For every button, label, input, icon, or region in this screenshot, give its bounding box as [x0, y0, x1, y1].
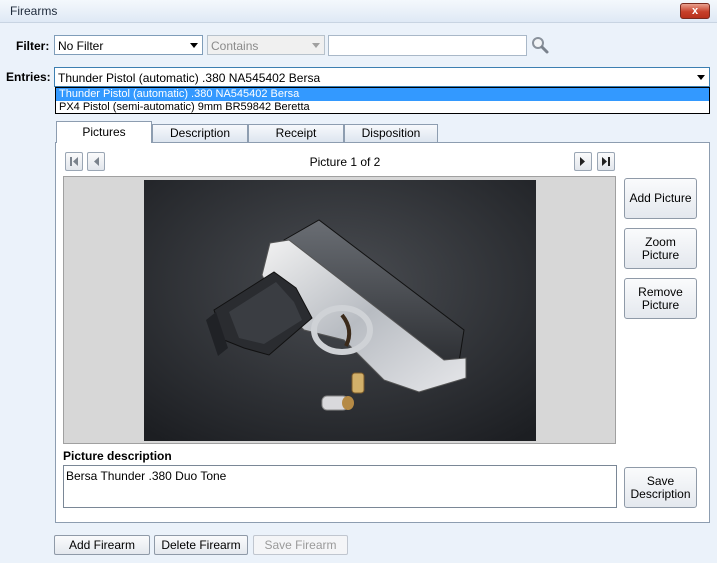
- tab-receipt[interactable]: Receipt: [248, 124, 344, 142]
- next-picture-button[interactable]: [574, 152, 592, 171]
- filter-operator-select: Contains: [207, 35, 325, 55]
- filter-label: Filter:: [16, 39, 50, 53]
- window-title: Firearms: [10, 4, 58, 18]
- zoom-picture-label-1: Zoom: [645, 234, 676, 249]
- title-bar: Firearms x: [0, 0, 717, 23]
- remove-picture-button[interactable]: Remove Picture: [624, 278, 697, 319]
- chevron-down-icon: [693, 68, 709, 86]
- close-button[interactable]: x: [680, 3, 710, 19]
- chevron-down-icon: [186, 36, 202, 54]
- tab-description[interactable]: Description: [152, 124, 248, 142]
- picture-counter: Picture 1 of 2: [309, 155, 381, 169]
- remove-picture-label-2: Picture: [641, 297, 680, 312]
- first-picture-button[interactable]: [65, 152, 83, 171]
- save-description-label-2: Description: [630, 486, 691, 501]
- zoom-picture-label-2: Picture: [641, 247, 680, 262]
- next-page-icon: [580, 157, 585, 166]
- search-button[interactable]: [530, 35, 550, 55]
- filter-field-select[interactable]: No Filter: [54, 35, 203, 55]
- last-page-icon: [602, 157, 610, 166]
- save-firearm-button: Save Firearm: [253, 535, 348, 555]
- delete-firearm-button[interactable]: Delete Firearm: [154, 535, 248, 555]
- entries-select[interactable]: Thunder Pistol (automatic) .380 NA545402…: [54, 67, 710, 87]
- firearm-photo: [144, 180, 536, 441]
- list-item[interactable]: PX4 Pistol (semi-automatic) 9mm BR59842 …: [56, 101, 709, 114]
- add-picture-label: Add Picture: [629, 191, 692, 205]
- entries-dropdown-list: Thunder Pistol (automatic) .380 NA545402…: [55, 87, 710, 114]
- zoom-picture-button[interactable]: Zoom Picture: [624, 228, 697, 269]
- chevron-down-icon: [308, 36, 324, 54]
- last-picture-button[interactable]: [597, 152, 615, 171]
- save-description-label-1: Save: [646, 473, 675, 488]
- remove-picture-label-1: Remove: [638, 284, 683, 299]
- filter-field-value: No Filter: [58, 39, 104, 53]
- entries-label: Entries:: [6, 70, 51, 84]
- previous-page-icon: [94, 157, 99, 166]
- first-page-icon: [70, 157, 78, 166]
- picture-description-value: Bersa Thunder .380 Duo Tone: [66, 469, 227, 483]
- search-icon: [532, 37, 549, 54]
- filter-text-input[interactable]: [328, 35, 527, 56]
- add-firearm-button[interactable]: Add Firearm: [54, 535, 150, 555]
- tab-pictures[interactable]: Pictures: [56, 121, 152, 143]
- picture-description-input[interactable]: Bersa Thunder .380 Duo Tone: [63, 465, 617, 508]
- entries-selected-value: Thunder Pistol (automatic) .380 NA545402…: [58, 71, 321, 85]
- tab-disposition[interactable]: Disposition: [344, 124, 438, 142]
- save-description-button[interactable]: Save Description: [624, 467, 697, 508]
- filter-operator-value: Contains: [211, 39, 259, 53]
- picture-description-label: Picture description: [63, 449, 172, 463]
- add-picture-button[interactable]: Add Picture: [624, 178, 697, 219]
- list-item[interactable]: Thunder Pistol (automatic) .380 NA545402…: [56, 88, 709, 101]
- close-icon: x: [691, 5, 699, 17]
- previous-picture-button[interactable]: [87, 152, 105, 171]
